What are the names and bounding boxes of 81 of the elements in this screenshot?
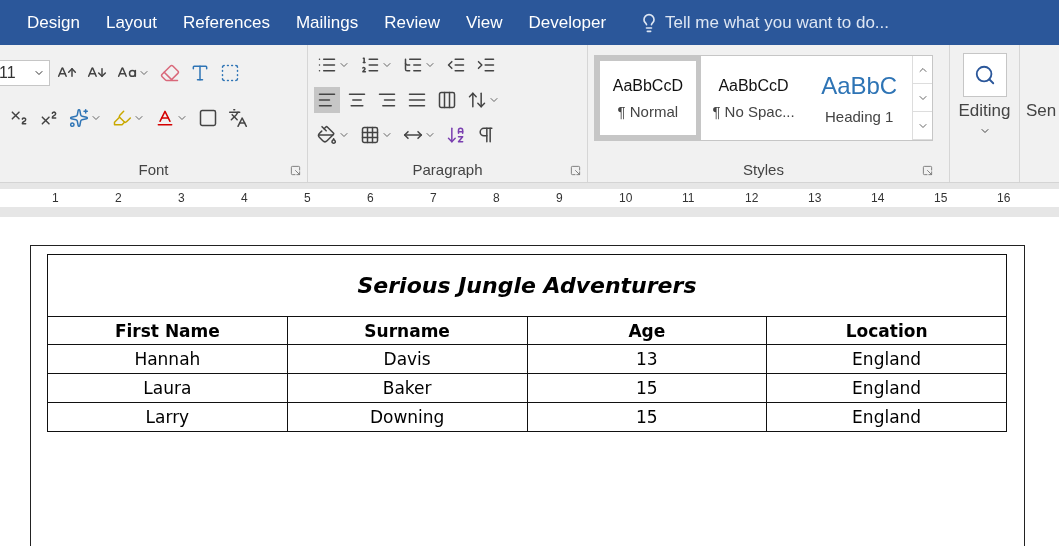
- editing-button[interactable]: Editing: [956, 53, 1013, 137]
- align-left-icon: [317, 90, 337, 110]
- table-cell: 13: [527, 344, 767, 374]
- group-label: Paragraph: [412, 160, 483, 178]
- ribbon-tab[interactable]: Design: [14, 0, 93, 45]
- ribbon-tab[interactable]: View: [453, 0, 516, 45]
- sort-icon: [446, 125, 466, 145]
- style-preview: AaBbCcD: [612, 76, 683, 95]
- table-cell: England: [766, 344, 1007, 374]
- numbering-icon: [360, 55, 380, 75]
- ruler-number: 10: [619, 191, 634, 205]
- clear-icon: [160, 63, 180, 83]
- table-cell: Baker: [287, 373, 527, 403]
- font-size-field[interactable]: 11: [0, 60, 50, 86]
- ruler-number: 14: [871, 191, 886, 205]
- style-item[interactable]: AaBbCcD ¶ Normal: [595, 56, 701, 140]
- ruler-number: 16: [997, 191, 1012, 205]
- align-right-icon: [377, 90, 397, 110]
- subscript-icon: [9, 108, 29, 128]
- table-title: Serious Jungle Adventurers: [47, 254, 1007, 317]
- indent-icon: [476, 55, 496, 75]
- style-preview: AaBbC: [821, 71, 898, 100]
- group-label: Styles: [743, 160, 784, 178]
- table-cell: England: [766, 373, 1007, 403]
- ribbon-tab[interactable]: Mailings: [282, 0, 372, 45]
- style-preview: AaBbCcD: [718, 76, 789, 95]
- table-cell: Laura: [47, 373, 288, 403]
- dialog-launcher-icon[interactable]: [922, 165, 933, 176]
- marks-icon: [476, 125, 496, 145]
- dialog-launcher-icon[interactable]: [290, 165, 301, 176]
- ribbon-tab[interactable]: Developer: [515, 0, 620, 45]
- style-name: ¶ Normal: [617, 102, 679, 120]
- align-center-icon: [347, 90, 367, 110]
- ruler-number: 1: [52, 191, 60, 205]
- table-cell: 15: [527, 402, 767, 432]
- align-left-button[interactable]: [314, 87, 340, 113]
- fill-icon: [317, 125, 337, 145]
- superscript-icon: [39, 108, 59, 128]
- table-cell: England: [766, 402, 1007, 432]
- ruler-number: 9: [556, 191, 564, 205]
- table-cell: Larry: [47, 402, 288, 432]
- style-name: ¶ No Spac...: [712, 102, 795, 120]
- ribbon-button-label[interactable]: Sen: [1026, 101, 1053, 121]
- multilevel-icon: [403, 55, 423, 75]
- ruler-number: 6: [367, 191, 375, 205]
- border-icon: [220, 63, 240, 83]
- ruler-number: 12: [745, 191, 760, 205]
- ruler-number: 7: [430, 191, 438, 205]
- table-cell: Downing: [287, 402, 527, 432]
- ruler-number: 13: [808, 191, 823, 205]
- ruler-number: 2: [115, 191, 123, 205]
- style-item[interactable]: AaBbC Heading 1: [806, 56, 912, 140]
- borders-icon: [360, 125, 380, 145]
- style-item[interactable]: AaBbCcD ¶ No Spac...: [700, 56, 807, 140]
- ruler-number: 8: [493, 191, 501, 205]
- search-icon: [973, 64, 996, 86]
- ruler-number: 15: [934, 191, 949, 205]
- table-cell: Davis: [287, 344, 527, 374]
- column-header: Age: [527, 316, 767, 345]
- ruler-number: 3: [178, 191, 186, 205]
- ribbon-tab[interactable]: References: [169, 0, 283, 45]
- ribbon-tab[interactable]: Layout: [92, 0, 170, 45]
- outdent-icon: [446, 55, 466, 75]
- highlight-icon: [112, 108, 132, 128]
- bullets-icon: [317, 55, 337, 75]
- ruler-number: 4: [241, 191, 249, 205]
- ribbon-tab[interactable]: Review: [371, 0, 453, 45]
- column-header: Location: [766, 316, 1007, 345]
- dialog-launcher-icon[interactable]: [570, 165, 581, 176]
- ruler-number: 11: [682, 191, 696, 205]
- color-icon: [155, 108, 175, 128]
- column-header: Surname: [287, 316, 527, 345]
- column-header: First Name: [47, 316, 288, 345]
- table-cell: 15: [527, 373, 767, 403]
- distribute-icon: [437, 90, 457, 110]
- style-name: Heading 1: [825, 107, 894, 125]
- ruler-number: 5: [304, 191, 312, 205]
- spacing-icon: [467, 90, 487, 110]
- justify-icon: [407, 90, 427, 110]
- group-label: Font: [138, 160, 169, 178]
- table-cell: Hannah: [47, 344, 288, 374]
